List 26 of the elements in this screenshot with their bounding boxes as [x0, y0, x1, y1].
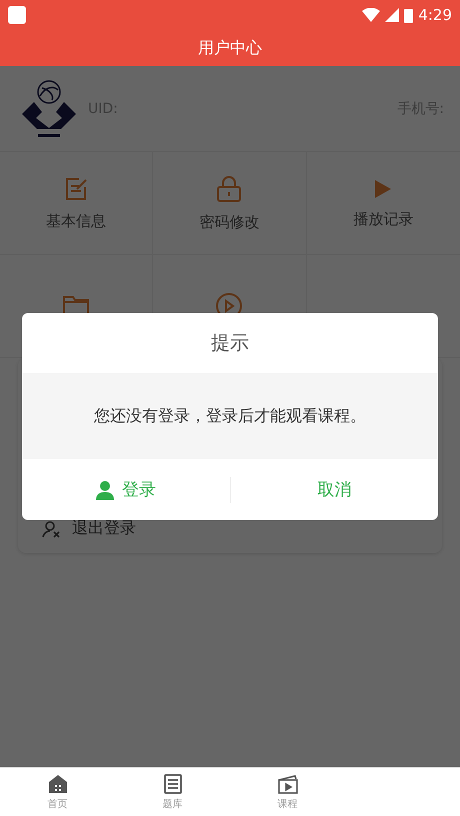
logo-drawing: [20, 78, 78, 140]
play-icon: [373, 178, 394, 200]
wifi-icon: [362, 8, 380, 22]
person-icon: [42, 520, 60, 538]
clapperboard-icon: [278, 774, 298, 794]
notification-icon: [8, 6, 26, 24]
feature-label[interactable]: 基本信息: [46, 212, 106, 230]
lock-icon: [216, 174, 242, 202]
clock-time: 4:29: [418, 6, 452, 24]
feature-label[interactable]: 播放记录: [353, 210, 414, 228]
home-icon: [48, 774, 68, 794]
dialog-button[interactable]: 登录: [22, 459, 230, 520]
menu-item[interactable]: 退出登录: [72, 518, 136, 539]
person-icon: [96, 480, 114, 500]
dialog-button[interactable]: 取消: [230, 459, 438, 520]
document-icon: [164, 774, 182, 794]
battery-icon: [404, 8, 414, 22]
feature-label[interactable]: 密码修改: [199, 212, 260, 232]
dialog-message: 您还没有登录，登录后才能观看课程。: [94, 406, 366, 426]
edit-icon: [63, 176, 90, 202]
nav-tab[interactable]: 课程: [230, 768, 345, 816]
page-title: 用户中心: [198, 38, 262, 58]
nav-tab[interactable]: 首页: [0, 768, 115, 816]
dialog-title: 提示: [211, 331, 249, 356]
signal-icon: [385, 8, 400, 22]
nav-tab[interactable]: 题库: [115, 768, 230, 816]
